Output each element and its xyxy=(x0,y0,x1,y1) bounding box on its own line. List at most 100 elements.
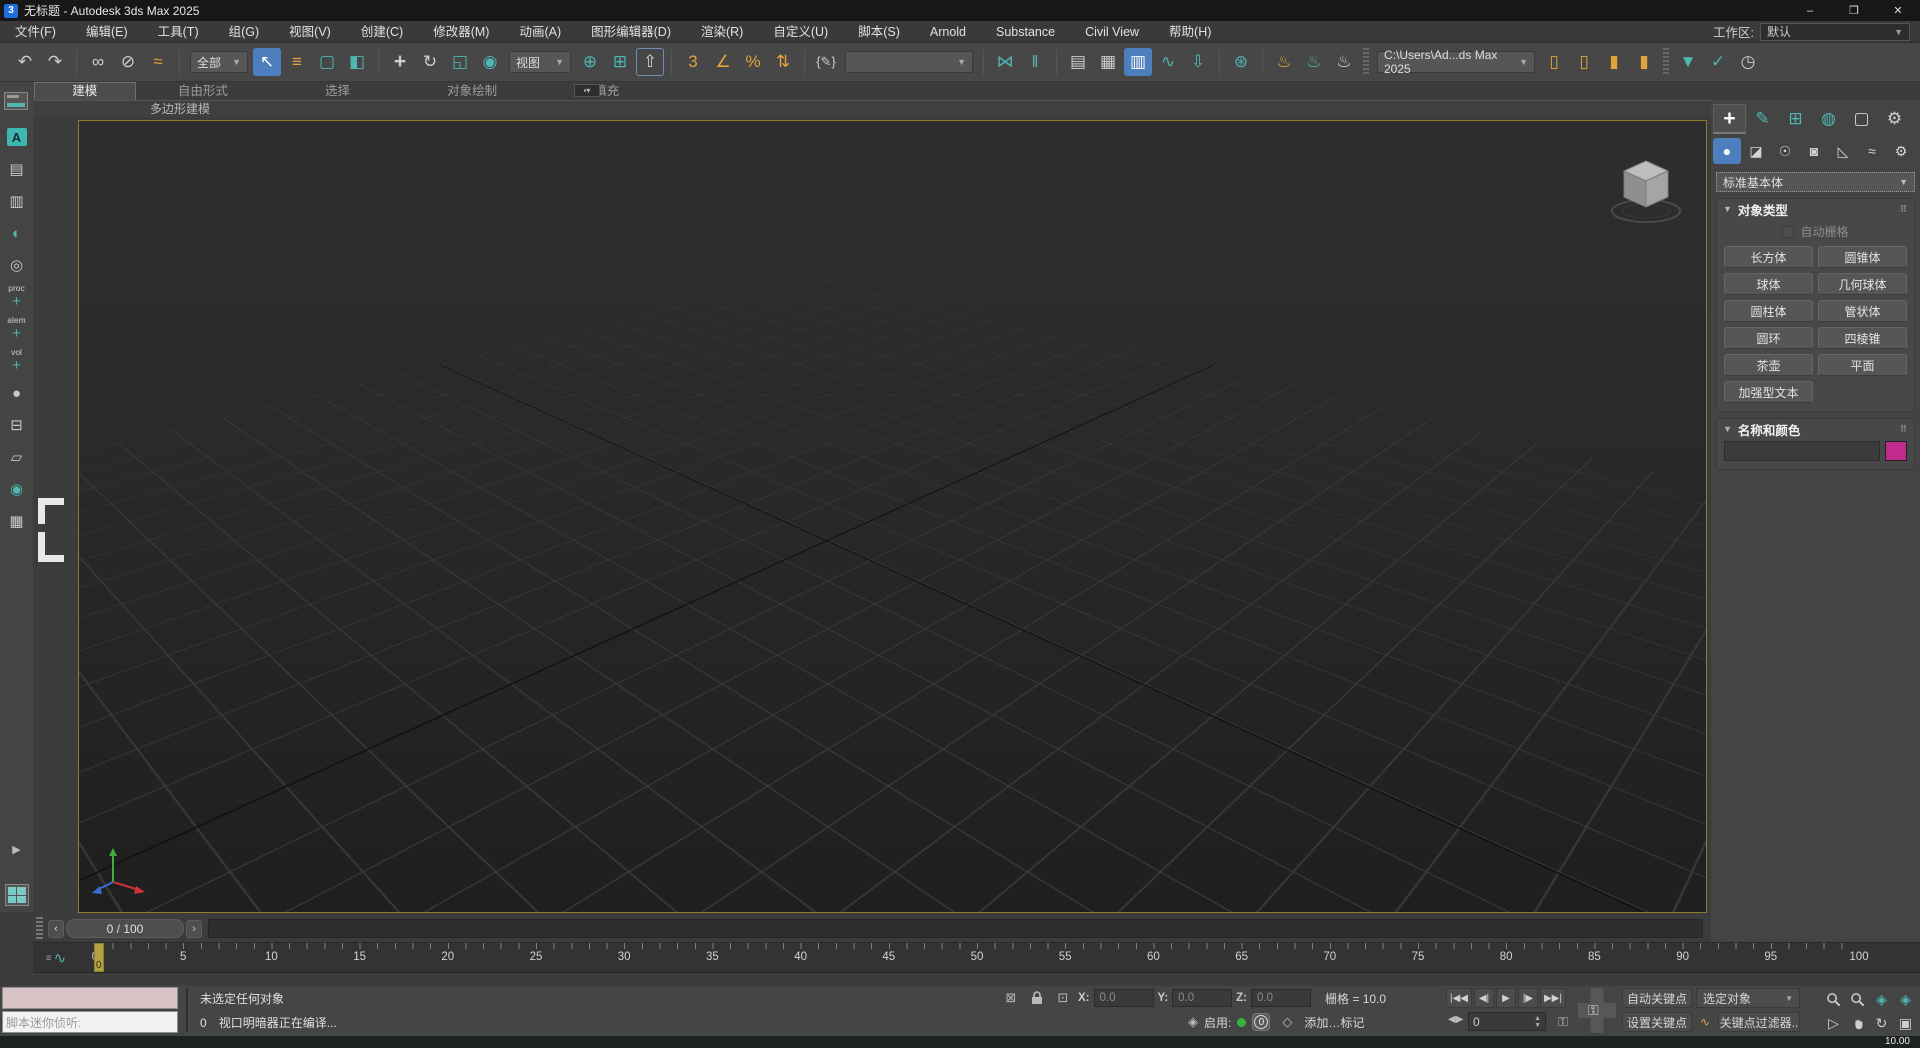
menu-item-10[interactable]: 自定义(U) xyxy=(758,21,843,43)
time-slider[interactable]: 0 / 100 xyxy=(66,919,184,938)
scene-safety-shield-icon[interactable]: ◈ xyxy=(1188,1014,1198,1030)
object-name-input[interactable] xyxy=(1724,441,1880,461)
go-to-end-button[interactable]: ▶▶| xyxy=(1540,988,1566,1008)
geometry-subtab[interactable]: ● xyxy=(1713,138,1741,164)
workspace-dropdown[interactable]: 默认 ▼ xyxy=(1760,23,1910,41)
ribbon-tab-1[interactable]: 自由形式 xyxy=(136,83,271,100)
maxscript-mini-listener-output[interactable] xyxy=(2,987,178,1009)
previous-frame-button[interactable]: ◀| xyxy=(1474,988,1494,1008)
hierarchy-tab[interactable]: ⊞ xyxy=(1779,104,1812,134)
name-and-color-rollout-header[interactable]: ▼ 名称和颜色 ⠿ xyxy=(1717,419,1914,439)
layers-stack-icon[interactable]: ⊟ xyxy=(4,412,30,438)
select-by-name-icon[interactable]: ≡ xyxy=(283,48,311,76)
zoom-extents-all-icon[interactable]: ◈ xyxy=(1894,988,1917,1011)
primitive-button-0[interactable]: 长方体 xyxy=(1724,246,1813,268)
menu-item-3[interactable]: 组(G) xyxy=(214,21,275,43)
go-to-start-button[interactable]: |◀◀ xyxy=(1446,988,1472,1008)
select-and-place-icon[interactable]: ◉ xyxy=(476,48,504,76)
utility-tool-icon-4[interactable]: ▮ xyxy=(1630,48,1658,76)
ribbon-mini-icon[interactable] xyxy=(4,92,28,110)
edit-named-selection-sets-icon[interactable]: {✎} xyxy=(812,48,840,76)
toolbar-drag-handle[interactable] xyxy=(36,917,43,941)
shapes-subtab[interactable]: ◪ xyxy=(1742,138,1770,164)
motion-tab[interactable]: ◍ xyxy=(1812,104,1845,134)
unlink-selection-icon[interactable]: ⊘ xyxy=(114,48,142,76)
autobackup-clock-icon[interactable]: ◷ xyxy=(1734,48,1762,76)
maximize-viewport-toggle-icon[interactable]: ▣ xyxy=(1894,1012,1917,1035)
expand-arrow-icon[interactable]: ▶ xyxy=(12,843,20,856)
utility-tool-icon-1[interactable]: ▯ xyxy=(1540,48,1568,76)
arnold-alembic-icon[interactable]: alem+ xyxy=(4,316,30,342)
auto-key-button[interactable]: 自动关键点 xyxy=(1622,988,1692,1008)
primitive-button-9[interactable]: 平面 xyxy=(1818,354,1907,376)
bind-to-space-warp-icon[interactable]: ≈ xyxy=(144,48,172,76)
use-pivot-point-center-icon[interactable]: ⊕ xyxy=(576,48,604,76)
display-tab[interactable]: ▢ xyxy=(1845,104,1878,134)
previous-frame-arrow[interactable]: ‹ xyxy=(48,920,64,938)
primitive-button-1[interactable]: 圆锥体 xyxy=(1818,246,1907,268)
ribbon-tab-4[interactable]: 填充 xyxy=(539,83,674,100)
utility-tool-icon-2[interactable]: ▯ xyxy=(1570,48,1598,76)
redo-icon[interactable]: ↷ xyxy=(41,48,69,76)
spinner-snap-icon[interactable]: ⇅ xyxy=(769,48,797,76)
orbit-icon[interactable]: ↻ xyxy=(1870,1012,1893,1035)
primitive-button-10[interactable]: 加强型文本 xyxy=(1724,381,1813,403)
curve-editor-icon[interactable]: ∿ xyxy=(1154,48,1182,76)
autogrid-a-icon[interactable]: A xyxy=(4,124,30,150)
current-frame-spinner[interactable]: 0 ▲▼ xyxy=(1468,1012,1546,1031)
ribbon-tab-0[interactable]: 建模 xyxy=(34,82,136,100)
notification-count-badge[interactable]: 0 xyxy=(1252,1013,1270,1031)
lights-subtab[interactable]: ☉ xyxy=(1771,138,1799,164)
maxscript-mini-listener-input[interactable]: 脚本迷你侦听: xyxy=(2,1011,178,1033)
percent-snap-icon[interactable]: % xyxy=(739,48,767,76)
isolate-selection-icon[interactable]: ⊠ xyxy=(1000,988,1022,1008)
frame-ruler[interactable]: 0 05101520253035404550556065707580859095… xyxy=(95,943,1859,974)
align-icon[interactable]: ‖ xyxy=(1021,48,1049,76)
object-color-swatch[interactable] xyxy=(1885,441,1907,461)
ribbon-subtab-polygon-modeling[interactable]: 多边形建模 xyxy=(150,102,210,116)
menu-item-5[interactable]: 创建(C) xyxy=(346,21,418,43)
rendered-frame-window-icon[interactable]: ♨ xyxy=(1300,48,1328,76)
arnold-volume-icon[interactable]: vol+ xyxy=(4,348,30,374)
primitive-button-2[interactable]: 球体 xyxy=(1724,273,1813,295)
create-tab[interactable]: + xyxy=(1713,104,1746,134)
toolbar-drag-handle[interactable] xyxy=(1663,48,1669,76)
selection-lock-icon[interactable] xyxy=(1026,988,1048,1008)
menu-item-14[interactable]: Civil View xyxy=(1070,21,1154,43)
select-and-rotate-icon[interactable]: ↻ xyxy=(416,48,444,76)
time-slider-track[interactable] xyxy=(208,919,1703,938)
panel-grid-icon[interactable]: ▦ xyxy=(4,508,30,534)
select-and-move-icon[interactable]: + xyxy=(386,48,414,76)
mcg-scatter-icon[interactable]: ⊛ xyxy=(1227,48,1255,76)
current-frame-marker[interactable]: 0 xyxy=(94,943,104,972)
play-button[interactable]: ▶ xyxy=(1496,988,1516,1008)
y-coordinate-field[interactable]: 0.0 xyxy=(1172,989,1232,1007)
graphite-ribbon-toggle-icon[interactable]: ▥ xyxy=(1124,48,1152,76)
zoom-all-icon[interactable] xyxy=(1846,988,1869,1011)
project-folder-dropdown[interactable]: C:\Users\Ad...ds Max 2025▼ xyxy=(1377,51,1535,73)
systems-subtab[interactable]: ⚙ xyxy=(1887,138,1915,164)
menu-item-12[interactable]: Arnold xyxy=(915,21,981,43)
keyboard-shortcut-override-icon[interactable]: ⇧ xyxy=(636,48,664,76)
primitive-button-7[interactable]: 四棱锥 xyxy=(1818,327,1907,349)
utility-tool-icon-3[interactable]: ▮ xyxy=(1600,48,1628,76)
menu-item-6[interactable]: 修改器(M) xyxy=(418,21,504,43)
select-and-manipulate-icon[interactable]: ⊞ xyxy=(606,48,634,76)
ribbon-tab-3[interactable]: 对象绘制 xyxy=(405,83,540,100)
frame-nudge-arrows[interactable]: ◀▶ xyxy=(1448,1014,1463,1025)
material-sphere-icon[interactable]: ◐ xyxy=(4,220,30,246)
menu-item-11[interactable]: 脚本(S) xyxy=(843,21,915,43)
render-setup-icon[interactable]: ♨ xyxy=(1270,48,1298,76)
render-production-icon[interactable]: ♨ xyxy=(1330,48,1358,76)
maximize-button[interactable]: ❐ xyxy=(1832,0,1876,21)
menu-item-1[interactable]: 编辑(E) xyxy=(71,21,143,43)
schematic-view-icon[interactable]: ⇩ xyxy=(1184,48,1212,76)
add-time-tag-label[interactable]: 添加…标记 xyxy=(1304,1014,1364,1031)
menu-item-8[interactable]: 图形编辑器(D) xyxy=(576,21,686,43)
menu-item-13[interactable]: Substance xyxy=(981,21,1070,43)
primitive-button-6[interactable]: 圆环 xyxy=(1724,327,1813,349)
utilities-tab[interactable]: ⚙ xyxy=(1878,104,1911,134)
select-and-scale-icon[interactable]: ◱ xyxy=(446,48,474,76)
teal-sphere-icon[interactable]: ◉ xyxy=(4,476,30,502)
perspective-viewport[interactable] xyxy=(78,120,1707,913)
